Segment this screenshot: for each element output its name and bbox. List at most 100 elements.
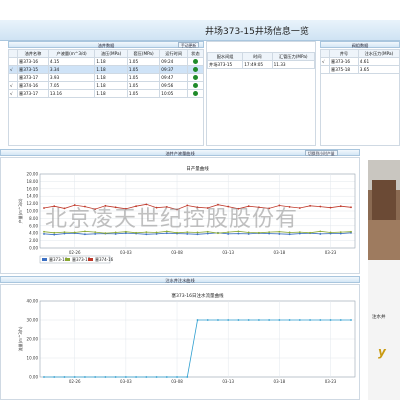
column-header[interactable]: 配水间组 — [206, 52, 244, 61]
y-axis-label: 产量(m^3/d) — [17, 198, 23, 223]
injection-chart-header: 注水井注水曲线 — [0, 276, 360, 283]
data-point — [73, 376, 76, 378]
table-row[interactable]: 塞373-16 4.15 1.18 1.05 09:24 — [8, 57, 205, 66]
casing-pressure-cell: 1.05 — [126, 89, 161, 98]
table-row[interactable]: √ 塞373-16 4.61 — [320, 57, 400, 66]
data-point — [278, 233, 281, 235]
site-photo: 注水井 y — [368, 160, 400, 400]
output-cell: 13.16 — [47, 89, 96, 98]
status-cell — [186, 89, 205, 98]
title-bar: 井场373-15井场信息一览 — [0, 20, 400, 41]
valve-panel-header: 阀组数据 — [320, 41, 400, 48]
column-header[interactable]: 运行时间 — [159, 49, 188, 58]
data-point — [288, 319, 291, 321]
table-row[interactable]: 塞373-17 3.93 1.18 1.05 09:47 — [8, 73, 205, 82]
y-tick-label: 6.00 — [29, 223, 38, 228]
data-point — [84, 376, 86, 378]
data-point — [350, 319, 352, 321]
data-point — [53, 233, 56, 236]
table-row[interactable]: √ 塞373-15 3.34 1.18 1.05 09:37 — [8, 65, 205, 74]
column-header[interactable]: 时间 — [242, 52, 273, 61]
table-row[interactable]: √ 塞373-17 13.16 1.18 1.05 10:05 — [8, 89, 205, 98]
x-tick-label: 03-03 — [120, 379, 132, 384]
data-point — [319, 233, 322, 235]
data-point — [339, 231, 342, 233]
check-cell[interactable]: √ — [320, 57, 330, 66]
runtime-cell: 09:47 — [159, 73, 188, 82]
output-cell: 3.93 — [47, 73, 96, 82]
data-point — [288, 233, 291, 236]
column-header — [8, 49, 18, 58]
output-cell: 7.05 — [47, 81, 96, 90]
data-point — [339, 205, 342, 208]
data-point — [329, 206, 332, 209]
table-row[interactable]: √ 塞374-16 7.05 1.18 1.05 09:56 — [8, 81, 205, 90]
data-point — [329, 231, 332, 234]
photo-ground — [368, 220, 400, 260]
data-point — [227, 319, 230, 321]
check-cell[interactable] — [8, 73, 18, 82]
data-point — [94, 233, 97, 235]
table-header-row: 配水间组 时间 汇管压力(MPa) — [206, 52, 316, 61]
y-tick-label: 14.00 — [27, 194, 39, 199]
switch-hourly-label: 切换到小时产量 — [308, 151, 335, 156]
photo-equipment — [372, 180, 396, 220]
y-tick-label: 30.00 — [27, 318, 39, 323]
data-point — [309, 204, 311, 207]
injection-chart-title: 注水井注水曲线 — [165, 278, 195, 283]
check-cell[interactable]: √ — [8, 81, 18, 90]
casing-pressure-cell: 1.05 — [126, 81, 161, 90]
oil-well-table-blank — [8, 98, 204, 146]
runtime-cell: 10:05 — [159, 89, 188, 98]
data-point — [176, 376, 178, 378]
check-cell[interactable]: √ — [8, 89, 18, 98]
chart-title: 日产量曲线 — [186, 165, 209, 172]
manual-update-button[interactable]: 手动更新 — [178, 42, 200, 48]
group-cell: 井场373-15 — [206, 60, 244, 69]
data-point — [339, 319, 342, 321]
oil-pressure-cell: 1.18 — [94, 57, 128, 66]
column-header[interactable]: 状态 — [186, 49, 205, 58]
x-tick-label: 03-13 — [222, 250, 234, 255]
data-point — [135, 376, 138, 378]
x-tick-label: 02-26 — [69, 250, 81, 255]
column-header[interactable]: 油压(MPa) — [94, 49, 128, 58]
y-tick-label: 4.00 — [29, 231, 38, 236]
photo-lower — [368, 260, 400, 400]
data-point — [298, 231, 301, 233]
x-tick-label: 03-03 — [120, 250, 132, 255]
photo-caption: 注水井 — [372, 315, 386, 320]
column-header[interactable]: 套压(MPa) — [126, 49, 161, 58]
column-header[interactable]: 油井名称 — [17, 49, 49, 58]
data-point — [165, 376, 168, 378]
data-point — [227, 233, 230, 235]
y-tick-label: 0.00 — [29, 246, 38, 251]
column-header[interactable]: 产液量(m^3/d) — [47, 49, 96, 58]
table-row[interactable]: 井场373-15 17:49:05 11.33 — [206, 60, 316, 69]
data-point — [298, 207, 301, 209]
column-header[interactable]: 井号 — [329, 49, 359, 58]
well-cell: 塞373-16 — [329, 57, 359, 66]
y-tick-label: 8.00 — [29, 216, 38, 221]
y-tick-label: 40.00 — [27, 299, 39, 304]
oil-pressure-cell: 1.18 — [94, 89, 128, 98]
check-cell[interactable] — [8, 57, 18, 66]
data-point — [309, 231, 311, 234]
x-tick-label: 03-18 — [274, 379, 286, 384]
status-indicator-icon — [192, 82, 198, 88]
y-tick-label: 10.00 — [27, 209, 39, 214]
data-point — [84, 233, 86, 236]
data-point — [145, 376, 148, 378]
y-tick-label: 0.00 — [29, 375, 38, 380]
switch-hourly-button[interactable]: 切换到小时产量 — [305, 150, 338, 156]
column-header[interactable]: 注水压力(MPa) — [357, 49, 400, 58]
table-header-row: 井号 注水压力(MPa) — [320, 49, 400, 58]
y-tick-label: 16.00 — [27, 186, 39, 191]
y-tick-label: 2.00 — [29, 238, 38, 243]
data-point — [350, 206, 352, 209]
column-header[interactable]: 汇管压力(MPa) — [271, 52, 316, 61]
y-tick-label: 18.00 — [27, 179, 39, 184]
check-cell[interactable]: √ — [8, 65, 18, 74]
time-cell: 17:49:05 — [242, 60, 273, 69]
oil-well-panel-header: 油井数据 — [8, 41, 204, 48]
